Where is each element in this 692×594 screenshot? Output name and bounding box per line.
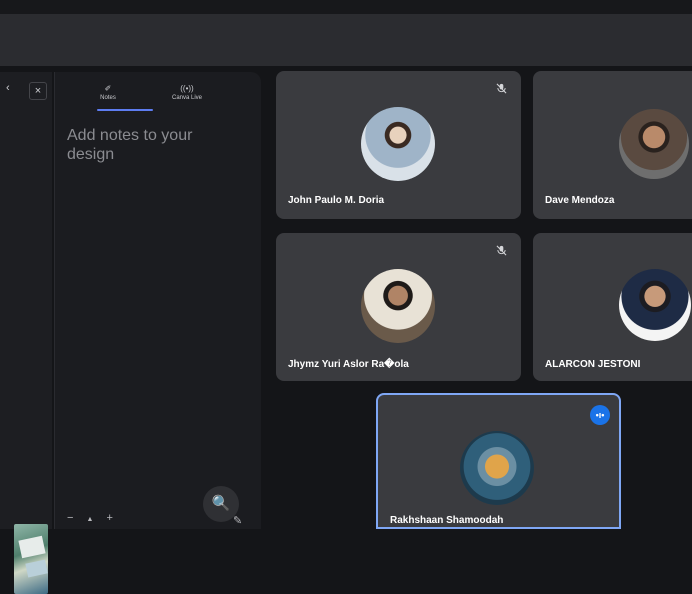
participant-tile-alarcon[interactable]: ALARCON JESTONI xyxy=(533,233,692,381)
notes-input[interactable]: Add notes to your design xyxy=(67,126,242,164)
avatar xyxy=(460,431,534,505)
avatar xyxy=(619,269,691,341)
active-tab-indicator xyxy=(97,109,153,111)
mic-off-icon xyxy=(496,83,507,97)
participant-name: Jhymz Yuri Aslor Ra�ola xyxy=(288,359,409,370)
avatar xyxy=(619,109,689,179)
notes-icon: ✐ xyxy=(104,84,112,93)
mic-off-icon xyxy=(496,245,507,259)
text-size-icon[interactable]: ▲ xyxy=(87,516,94,523)
participant-name: ALARCON JESTONI xyxy=(545,359,641,370)
close-icon[interactable]: × xyxy=(29,82,47,100)
avatar xyxy=(361,107,435,181)
page-thumbnail[interactable] xyxy=(14,524,48,594)
tab-notes[interactable]: ✐ Notes xyxy=(73,84,143,102)
broadcast-icon: ((•)) xyxy=(180,84,194,93)
tab-canva-live[interactable]: ((•)) Canva Live xyxy=(152,84,222,102)
participant-tile-rakhshaan[interactable]: •ı• Rakhshaan Shamoodah xyxy=(376,393,621,529)
participant-tile-john[interactable]: John Paulo M. Doria xyxy=(276,71,521,219)
chevron-left-icon[interactable]: ‹ xyxy=(6,82,10,94)
tab-notes-label: Notes xyxy=(100,95,116,101)
window-top-strip xyxy=(0,0,692,14)
participant-name: Rakhshaan Shamoodah xyxy=(390,515,504,526)
editor-top-bar xyxy=(0,14,692,66)
participant-name: John Paulo M. Doria xyxy=(288,195,385,206)
zoom-controls: − ▲ + xyxy=(67,512,123,524)
tab-canva-live-label: Canva Live xyxy=(171,95,203,101)
avatar xyxy=(361,269,435,343)
notes-panel: ✐ Notes ((•)) Canva Live Add notes to yo… xyxy=(54,72,261,529)
participant-name: Dave Mendoza xyxy=(545,195,615,206)
participant-tile-dave[interactable]: Dave Mendoza xyxy=(533,71,692,219)
editor-left-strip: ‹ × xyxy=(0,72,52,594)
speaking-indicator-icon: •ı• xyxy=(590,405,610,425)
zoom-in-button[interactable]: + xyxy=(107,512,113,524)
zoom-out-button[interactable]: − xyxy=(67,512,73,524)
participant-tile-jhymz[interactable]: Jhymz Yuri Aslor Ra�ola xyxy=(276,233,521,381)
edit-icon[interactable]: ✎ xyxy=(233,514,242,527)
